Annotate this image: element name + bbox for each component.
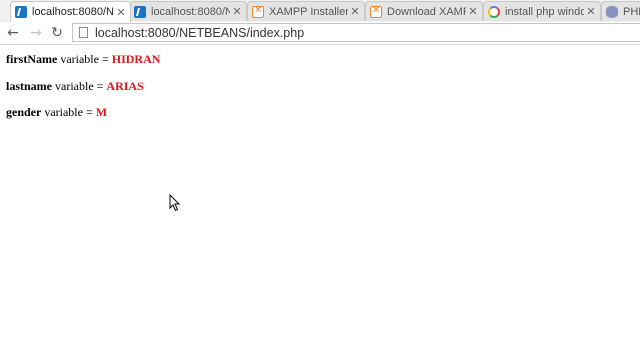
page-content: firstName variable = HIDRAN lastname var…	[6, 53, 160, 133]
variable-label: variable =	[55, 78, 104, 93]
tab-google-search[interactable]: install php window ✕	[483, 1, 601, 21]
tab-label: XAMPP Installers ar	[269, 5, 348, 18]
tab-label: PHP	[623, 5, 640, 18]
tab-label: localhost:8080/NET	[151, 5, 230, 18]
tab-close-icon[interactable]: ✕	[350, 5, 360, 18]
reload-button[interactable]: ↻	[48, 24, 66, 42]
tab-label: localhost:8080/NET	[32, 6, 114, 18]
forward-button[interactable]: →	[27, 24, 45, 42]
variable-label: variable =	[44, 105, 93, 119]
variable-name: firstName	[6, 52, 58, 66]
back-button[interactable]: ←	[4, 24, 22, 42]
php-icon	[606, 5, 618, 18]
page-icon	[79, 27, 88, 38]
xampp-icon	[370, 5, 382, 18]
variable-value: HIDRAN	[111, 52, 161, 66]
variable-name: lastname	[6, 78, 52, 93]
tab-php[interactable]: PHP	[601, 1, 640, 21]
address-bar[interactable]: localhost:8080/NETBEANS/index.php	[72, 23, 640, 42]
lastname-line: lastname variable = ARIAS	[6, 78, 160, 93]
variable-name: gender	[6, 105, 42, 119]
tab-xampp-installers[interactable]: XAMPP Installers ar ✕	[247, 1, 365, 21]
firstname-line: firstName variable = HIDRAN	[6, 53, 160, 66]
tab-close-icon[interactable]: ✕	[468, 5, 478, 18]
tab-netbeans-active[interactable]: localhost:8080/NET ✕	[10, 1, 131, 22]
netbeans-icon	[134, 5, 146, 18]
url-text[interactable]: localhost:8080/NETBEANS/index.php	[95, 26, 304, 40]
tab-close-icon[interactable]: ✕	[116, 6, 126, 19]
tab-close-icon[interactable]: ✕	[232, 5, 242, 18]
variable-value: M	[95, 105, 108, 119]
tab-label: Download XAMPP	[387, 5, 466, 18]
variable-label: variable =	[60, 52, 109, 66]
mouse-cursor-icon	[169, 194, 181, 212]
tab-netbeans[interactable]: localhost:8080/NET ✕	[129, 1, 247, 21]
tab-close-icon[interactable]: ✕	[586, 5, 596, 18]
browser-toolbar: ← → ↻ localhost:8080/NETBEANS/index.php	[0, 22, 640, 45]
xampp-icon	[252, 5, 264, 18]
tab-strip: localhost:8080/NET ✕ localhost:8080/NET …	[0, 0, 640, 22]
variable-value: ARIAS	[106, 78, 144, 93]
tab-download-xampp[interactable]: Download XAMPP ✕	[365, 1, 483, 21]
netbeans-icon	[15, 6, 27, 18]
tab-label: install php window	[505, 5, 584, 18]
gender-line: gender variable = M	[6, 106, 160, 119]
google-icon	[488, 5, 500, 18]
